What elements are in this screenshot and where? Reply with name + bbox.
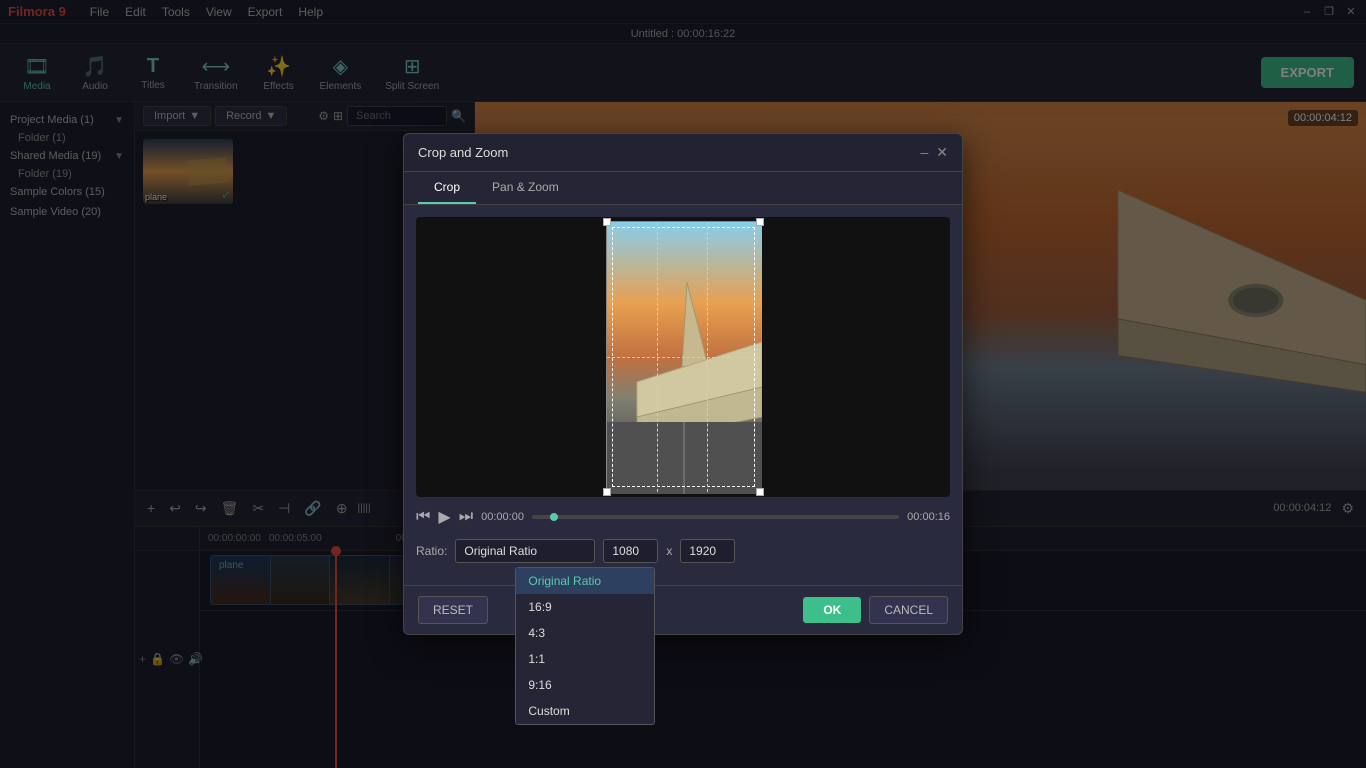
ratio-select[interactable]: Original Ratio (455, 539, 595, 563)
tab-crop[interactable]: Crop (418, 172, 476, 204)
ratio-option-custom[interactable]: Custom (516, 698, 654, 724)
crop-vertical-line-1 (657, 222, 658, 492)
dialog-footer: RESET OK CANCEL (404, 585, 962, 634)
ratio-dropdown: Original Ratio 16:9 4:3 1:1 9:16 Custom (515, 567, 655, 725)
time-start-label: 00:00:00 (481, 511, 524, 523)
dialog-body: ⏮ ▶ ⏭ 00:00:00 00:00:16 Ratio: Original … (404, 205, 962, 585)
dialog-close-button[interactable]: ✕ (936, 144, 948, 161)
crop-frame[interactable] (606, 221, 761, 493)
ratio-option-9-16[interactable]: 9:16 (516, 672, 654, 698)
crop-vertical-line-2 (707, 222, 708, 492)
playback-timeline[interactable] (532, 515, 899, 519)
play-button[interactable]: ▶ (438, 507, 450, 527)
dialog-overlay: Crop and Zoom – ✕ Crop Pan & Zoom (0, 0, 1366, 768)
dialog-minimize-button[interactable]: – (920, 144, 928, 161)
ratio-height-input[interactable] (680, 539, 735, 563)
ratio-option-original[interactable]: Original Ratio (516, 568, 654, 594)
crop-preview (416, 217, 950, 497)
tab-pan-zoom[interactable]: Pan & Zoom (476, 172, 575, 204)
ratio-option-4-3[interactable]: 4:3 (516, 620, 654, 646)
crop-zoom-dialog: Crop and Zoom – ✕ Crop Pan & Zoom (403, 133, 963, 635)
ratio-select-container: Original Ratio Original Ratio 16:9 4:3 1… (455, 539, 595, 563)
reset-button[interactable]: RESET (418, 596, 488, 624)
dialog-header-icons: – ✕ (920, 144, 948, 161)
ratio-controls: Ratio: Original Ratio Original Ratio 16:… (416, 539, 950, 563)
cancel-button[interactable]: CANCEL (869, 596, 948, 624)
ratio-option-1-1[interactable]: 1:1 (516, 646, 654, 672)
crop-handle-bottom-left[interactable] (603, 488, 611, 496)
time-end-label: 00:00:16 (907, 511, 950, 523)
crop-handle-bottom-right[interactable] (756, 488, 764, 496)
ratio-option-16-9[interactable]: 16:9 (516, 594, 654, 620)
ratio-label: Ratio: (416, 544, 447, 558)
dialog-header: Crop and Zoom – ✕ (404, 134, 962, 172)
ratio-separator: x (666, 544, 672, 558)
playback-position (550, 513, 558, 521)
skip-forward-button[interactable]: ⏭ (459, 508, 473, 526)
ratio-width-input[interactable] (603, 539, 658, 563)
skip-back-button[interactable]: ⏮ (416, 508, 430, 526)
dialog-title: Crop and Zoom (418, 145, 508, 160)
crop-handle-top-left[interactable] (603, 218, 611, 226)
ok-button[interactable]: OK (803, 597, 861, 623)
dialog-tabs: Crop Pan & Zoom (404, 172, 962, 205)
crop-handle-top-right[interactable] (756, 218, 764, 226)
crop-horizontal-line (607, 357, 760, 358)
playback-controls: ⏮ ▶ ⏭ 00:00:00 00:00:16 (416, 507, 950, 527)
